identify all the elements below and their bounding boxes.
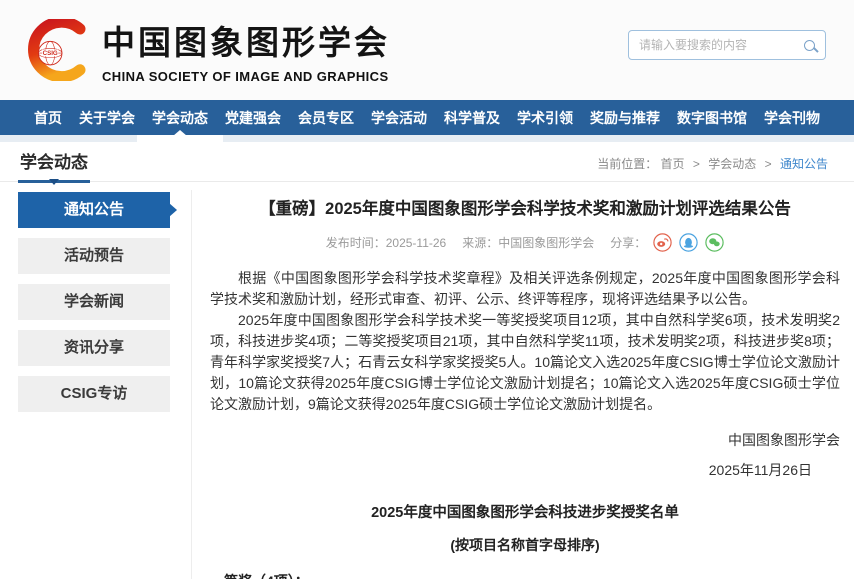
sidebar: 通知公告 活动预告 学会新闻 资讯分享 CSIG专访 — [18, 190, 170, 579]
logo-badge-text: CSIG — [43, 50, 58, 57]
breadcrumb-separator: > — [693, 157, 700, 171]
award-list-heading: 2025年度中国图象图形学会科技进步奖授奖名单 — [210, 501, 840, 522]
logo-text: 中国图象图形学会 CHINA SOCIETY OF IMAGE AND GRAP… — [102, 16, 390, 84]
breadcrumb-prefix: 当前位置： — [597, 157, 657, 171]
csig-logo-icon: CSIG — [24, 19, 90, 81]
search-input[interactable] — [639, 38, 804, 52]
sidebar-item-csig-interview[interactable]: CSIG专访 — [18, 376, 170, 412]
nav-item-digital-library[interactable]: 数字图书馆 — [673, 100, 751, 135]
nav-item-awards[interactable]: 奖励与推荐 — [586, 100, 664, 135]
site-subtitle: CHINA SOCIETY OF IMAGE AND GRAPHICS — [102, 69, 390, 84]
breadcrumb-notices[interactable]: 通知公告 — [780, 157, 828, 171]
article-title: 【重磅】2025年度中国图象图形学会科学技术奖和激励计划评选结果公告 — [210, 198, 840, 221]
main-nav: 首页 关于学会 学会动态 党建强会 会员专区 学会活动 科学普及 学术引领 奖励… — [0, 100, 854, 135]
article-paragraph: 根据《中国图象图形学会科学技术奖章程》及相关评选条例规定，2025年度中国图象图… — [210, 268, 840, 310]
sidebar-item-notices[interactable]: 通知公告 — [18, 192, 170, 228]
site-title: 中国图象图形学会 — [102, 16, 390, 64]
nav-item-activities[interactable]: 学会活动 — [367, 100, 431, 135]
award-tier: 一等奖（4项）： — [210, 571, 840, 579]
signature-date: 2025年11月26日 — [210, 460, 840, 480]
sidebar-item-info-share[interactable]: 资讯分享 — [18, 330, 170, 366]
share-group: 分享： — [610, 233, 724, 252]
site-header: CSIG 中国图象图形学会 CHINA SOCIETY OF IMAGE AND… — [0, 0, 854, 100]
nav-item-home[interactable]: 首页 — [30, 100, 66, 135]
nav-item-about[interactable]: 关于学会 — [75, 100, 139, 135]
nav-item-academic-leading[interactable]: 学术引领 — [513, 100, 577, 135]
article: 【重磅】2025年度中国图象图形学会科学技术奖和激励计划评选结果公告 发布时间：… — [191, 190, 840, 579]
page-title: 学会动态 — [18, 148, 90, 183]
signature-org: 中国图象图形学会 — [210, 430, 840, 450]
nav-underlay — [0, 135, 854, 142]
article-source: 来源：中国图象图形学会 — [462, 234, 594, 251]
qq-share-icon[interactable] — [679, 233, 698, 252]
share-label: 分享： — [610, 234, 646, 251]
award-list-subheading: (按项目名称首字母排序) — [210, 535, 840, 555]
logo[interactable]: CSIG 中国图象图形学会 CHINA SOCIETY OF IMAGE AND… — [24, 16, 390, 84]
breadcrumb-society-news[interactable]: 学会动态 — [708, 157, 756, 171]
nav-item-party-building[interactable]: 党建强会 — [221, 100, 285, 135]
search-icon[interactable] — [804, 40, 815, 51]
sidebar-item-event-preview[interactable]: 活动预告 — [18, 238, 170, 274]
nav-item-science-popularization[interactable]: 科学普及 — [440, 100, 504, 135]
wechat-share-icon[interactable] — [705, 233, 724, 252]
article-paragraph: 2025年度中国图象图形学会科学技术奖一等奖授奖项目12项，其中自然科学奖6项，… — [210, 310, 840, 415]
nav-item-membership[interactable]: 会员专区 — [294, 100, 358, 135]
breadcrumb-home[interactable]: 首页 — [661, 157, 685, 171]
section-bar: 学会动态 当前位置： 首页 > 学会动态 > 通知公告 — [0, 142, 854, 182]
search-box[interactable] — [628, 30, 826, 60]
nav-item-journals[interactable]: 学会刊物 — [760, 100, 824, 135]
breadcrumb: 当前位置： 首页 > 学会动态 > 通知公告 — [597, 155, 828, 181]
publish-date: 发布时间：2025-11-26 — [326, 234, 447, 251]
content-area: 通知公告 活动预告 学会新闻 资讯分享 CSIG专访 【重磅】2025年度中国图… — [0, 182, 854, 579]
sidebar-item-society-news[interactable]: 学会新闻 — [18, 284, 170, 320]
article-meta: 发布时间：2025-11-26 来源：中国图象图形学会 分享： — [210, 233, 840, 252]
weibo-share-icon[interactable] — [653, 233, 672, 252]
breadcrumb-separator: > — [765, 157, 772, 171]
nav-item-society-news[interactable]: 学会动态 — [148, 100, 212, 135]
